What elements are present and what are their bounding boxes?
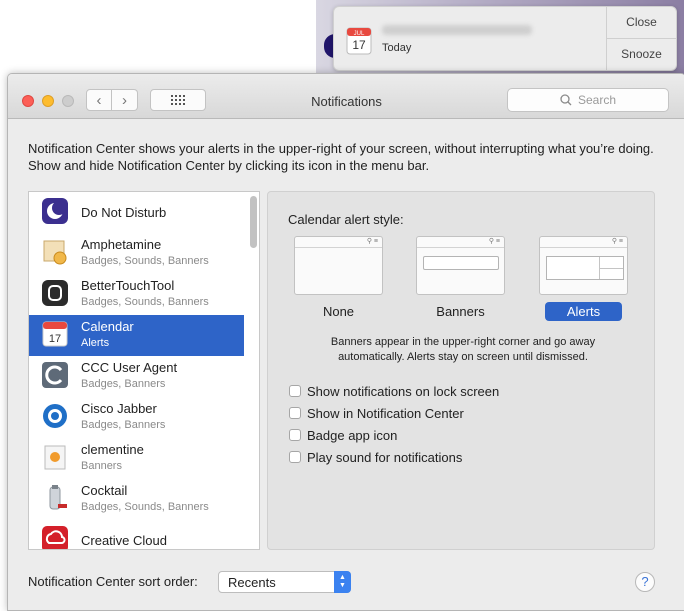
list-scrollbar[interactable] xyxy=(250,196,257,248)
alert-style-hint: Banners appear in the upper-right corner… xyxy=(330,336,596,363)
help-button[interactable]: ? xyxy=(635,572,655,592)
sort-order-value: Recents xyxy=(228,575,276,590)
app-alert-types: Badges, Sounds, Banners xyxy=(81,296,209,308)
alert-style-label: Calendar alert style: xyxy=(288,212,404,227)
list-item[interactable]: Cisco Jabber Badges, Banners xyxy=(29,397,244,438)
lock-screen-checkbox[interactable]: Show notifications on lock screen xyxy=(289,382,499,400)
list-item[interactable]: Creative Cloud xyxy=(29,520,244,549)
notification-subtitle: Today xyxy=(382,42,412,54)
app-name: clementine xyxy=(81,442,144,457)
checkbox-label: Badge app icon xyxy=(307,427,398,443)
search-icon xyxy=(560,94,572,106)
alerts-style-thumbnail[interactable]: ⚲ ≡ xyxy=(539,236,628,295)
notification-banner[interactable]: JUL 17 Today Close Snooze xyxy=(333,6,677,71)
banner-preview xyxy=(423,256,499,270)
search-field[interactable]: Search xyxy=(507,88,669,112)
app-name: Cocktail xyxy=(81,483,128,498)
creative-cloud-icon xyxy=(42,526,68,549)
svg-text:17: 17 xyxy=(49,333,61,345)
app-name: Cisco Jabber xyxy=(81,401,157,416)
banners-style-thumbnail[interactable]: ⚲ ≡ xyxy=(416,236,505,295)
title-bar: ‹ › Notifications Search xyxy=(8,74,684,119)
cisco-jabber-icon xyxy=(43,404,67,428)
checkbox-label: Show notifications on lock screen xyxy=(307,383,500,399)
app-alert-types: Badges, Sounds, Banners xyxy=(81,501,209,513)
clementine-icon xyxy=(44,445,66,470)
svg-text:17: 17 xyxy=(352,38,366,52)
app-alert-types: Banners xyxy=(81,460,122,472)
play-sound-checkbox[interactable]: Play sound for notifications xyxy=(289,448,462,466)
app-list[interactable]: Do Not Disturb Amphetamine Badges, Sound… xyxy=(28,191,260,550)
app-alert-types: Alerts xyxy=(81,337,110,349)
checkbox-box[interactable] xyxy=(289,385,301,397)
style-option-none[interactable]: None xyxy=(294,304,383,319)
close-button[interactable]: Close xyxy=(607,7,676,39)
blurred-event-title xyxy=(382,25,532,35)
checkbox-label: Show in Notification Center xyxy=(307,405,464,421)
amphetamine-icon xyxy=(43,240,67,265)
notifications-preferences-window: ‹ › Notifications Search Notification Ce… xyxy=(7,73,684,611)
list-item[interactable]: CCC User Agent Badges, Banners xyxy=(29,356,244,397)
app-name: Calendar xyxy=(81,319,134,334)
cocktail-icon xyxy=(49,485,67,510)
notification-center-checkbox[interactable]: Show in Notification Center xyxy=(289,404,464,422)
menubar-icons: ⚲ ≡ xyxy=(417,237,504,248)
list-item[interactable]: BetterTouchTool Badges, Sounds, Banners xyxy=(29,274,244,315)
snooze-button[interactable]: Snooze xyxy=(607,39,676,70)
list-item[interactable]: clementine Banners xyxy=(29,438,244,479)
search-placeholder: Search xyxy=(577,93,617,107)
sort-order-label: Notification Center sort order: xyxy=(28,574,198,589)
none-style-thumbnail[interactable]: ⚲ ≡ xyxy=(294,236,383,295)
ccc-icon xyxy=(42,362,68,388)
notification-actions: Close Snooze xyxy=(606,7,676,70)
bettertouchtool-icon xyxy=(42,280,68,306)
calendar-icon: JUL 17 xyxy=(346,27,372,55)
sort-order-select[interactable]: Recents ▲ ▼ xyxy=(218,571,351,593)
svg-text:JUL: JUL xyxy=(354,31,365,37)
list-item-selected[interactable]: 17 Calendar Alerts xyxy=(29,315,244,356)
app-alert-types: Badges, Banners xyxy=(81,378,166,390)
badge-icon-checkbox[interactable]: Badge app icon xyxy=(289,426,397,444)
app-name: CCC User Agent xyxy=(81,360,178,375)
moon-icon xyxy=(42,198,68,224)
alert-preview xyxy=(546,256,624,280)
checkbox-box[interactable] xyxy=(289,451,301,463)
description-text: Notification Center shows your alerts in… xyxy=(28,141,654,173)
style-option-banners[interactable]: Banners xyxy=(416,304,505,319)
list-item[interactable]: Cocktail Badges, Sounds, Banners xyxy=(29,479,244,520)
checkbox-box[interactable] xyxy=(289,407,301,419)
app-name: Do Not Disturb xyxy=(81,205,167,220)
updown-arrows-icon: ▲ ▼ xyxy=(334,571,351,593)
app-alert-types: Badges, Banners xyxy=(81,419,166,431)
alert-settings-panel: Calendar alert style: ⚲ ≡ ⚲ ≡ ⚲ ≡ None B… xyxy=(267,191,655,550)
menubar-icons: ⚲ ≡ xyxy=(295,237,382,248)
checkbox-label: Play sound for notifications xyxy=(307,449,463,465)
app-name: Creative Cloud xyxy=(81,533,167,548)
app-name: BetterTouchTool xyxy=(81,278,175,293)
list-item[interactable]: Do Not Disturb xyxy=(29,192,244,233)
app-alert-types: Badges, Sounds, Banners xyxy=(81,255,209,267)
list-item[interactable]: Amphetamine Badges, Sounds, Banners xyxy=(29,233,244,274)
checkbox-box[interactable] xyxy=(289,429,301,441)
app-name: Amphetamine xyxy=(81,237,162,252)
calendar-icon: 17 xyxy=(42,321,68,347)
style-option-alerts[interactable]: Alerts xyxy=(545,302,622,321)
menubar-icons: ⚲ ≡ xyxy=(540,237,627,248)
